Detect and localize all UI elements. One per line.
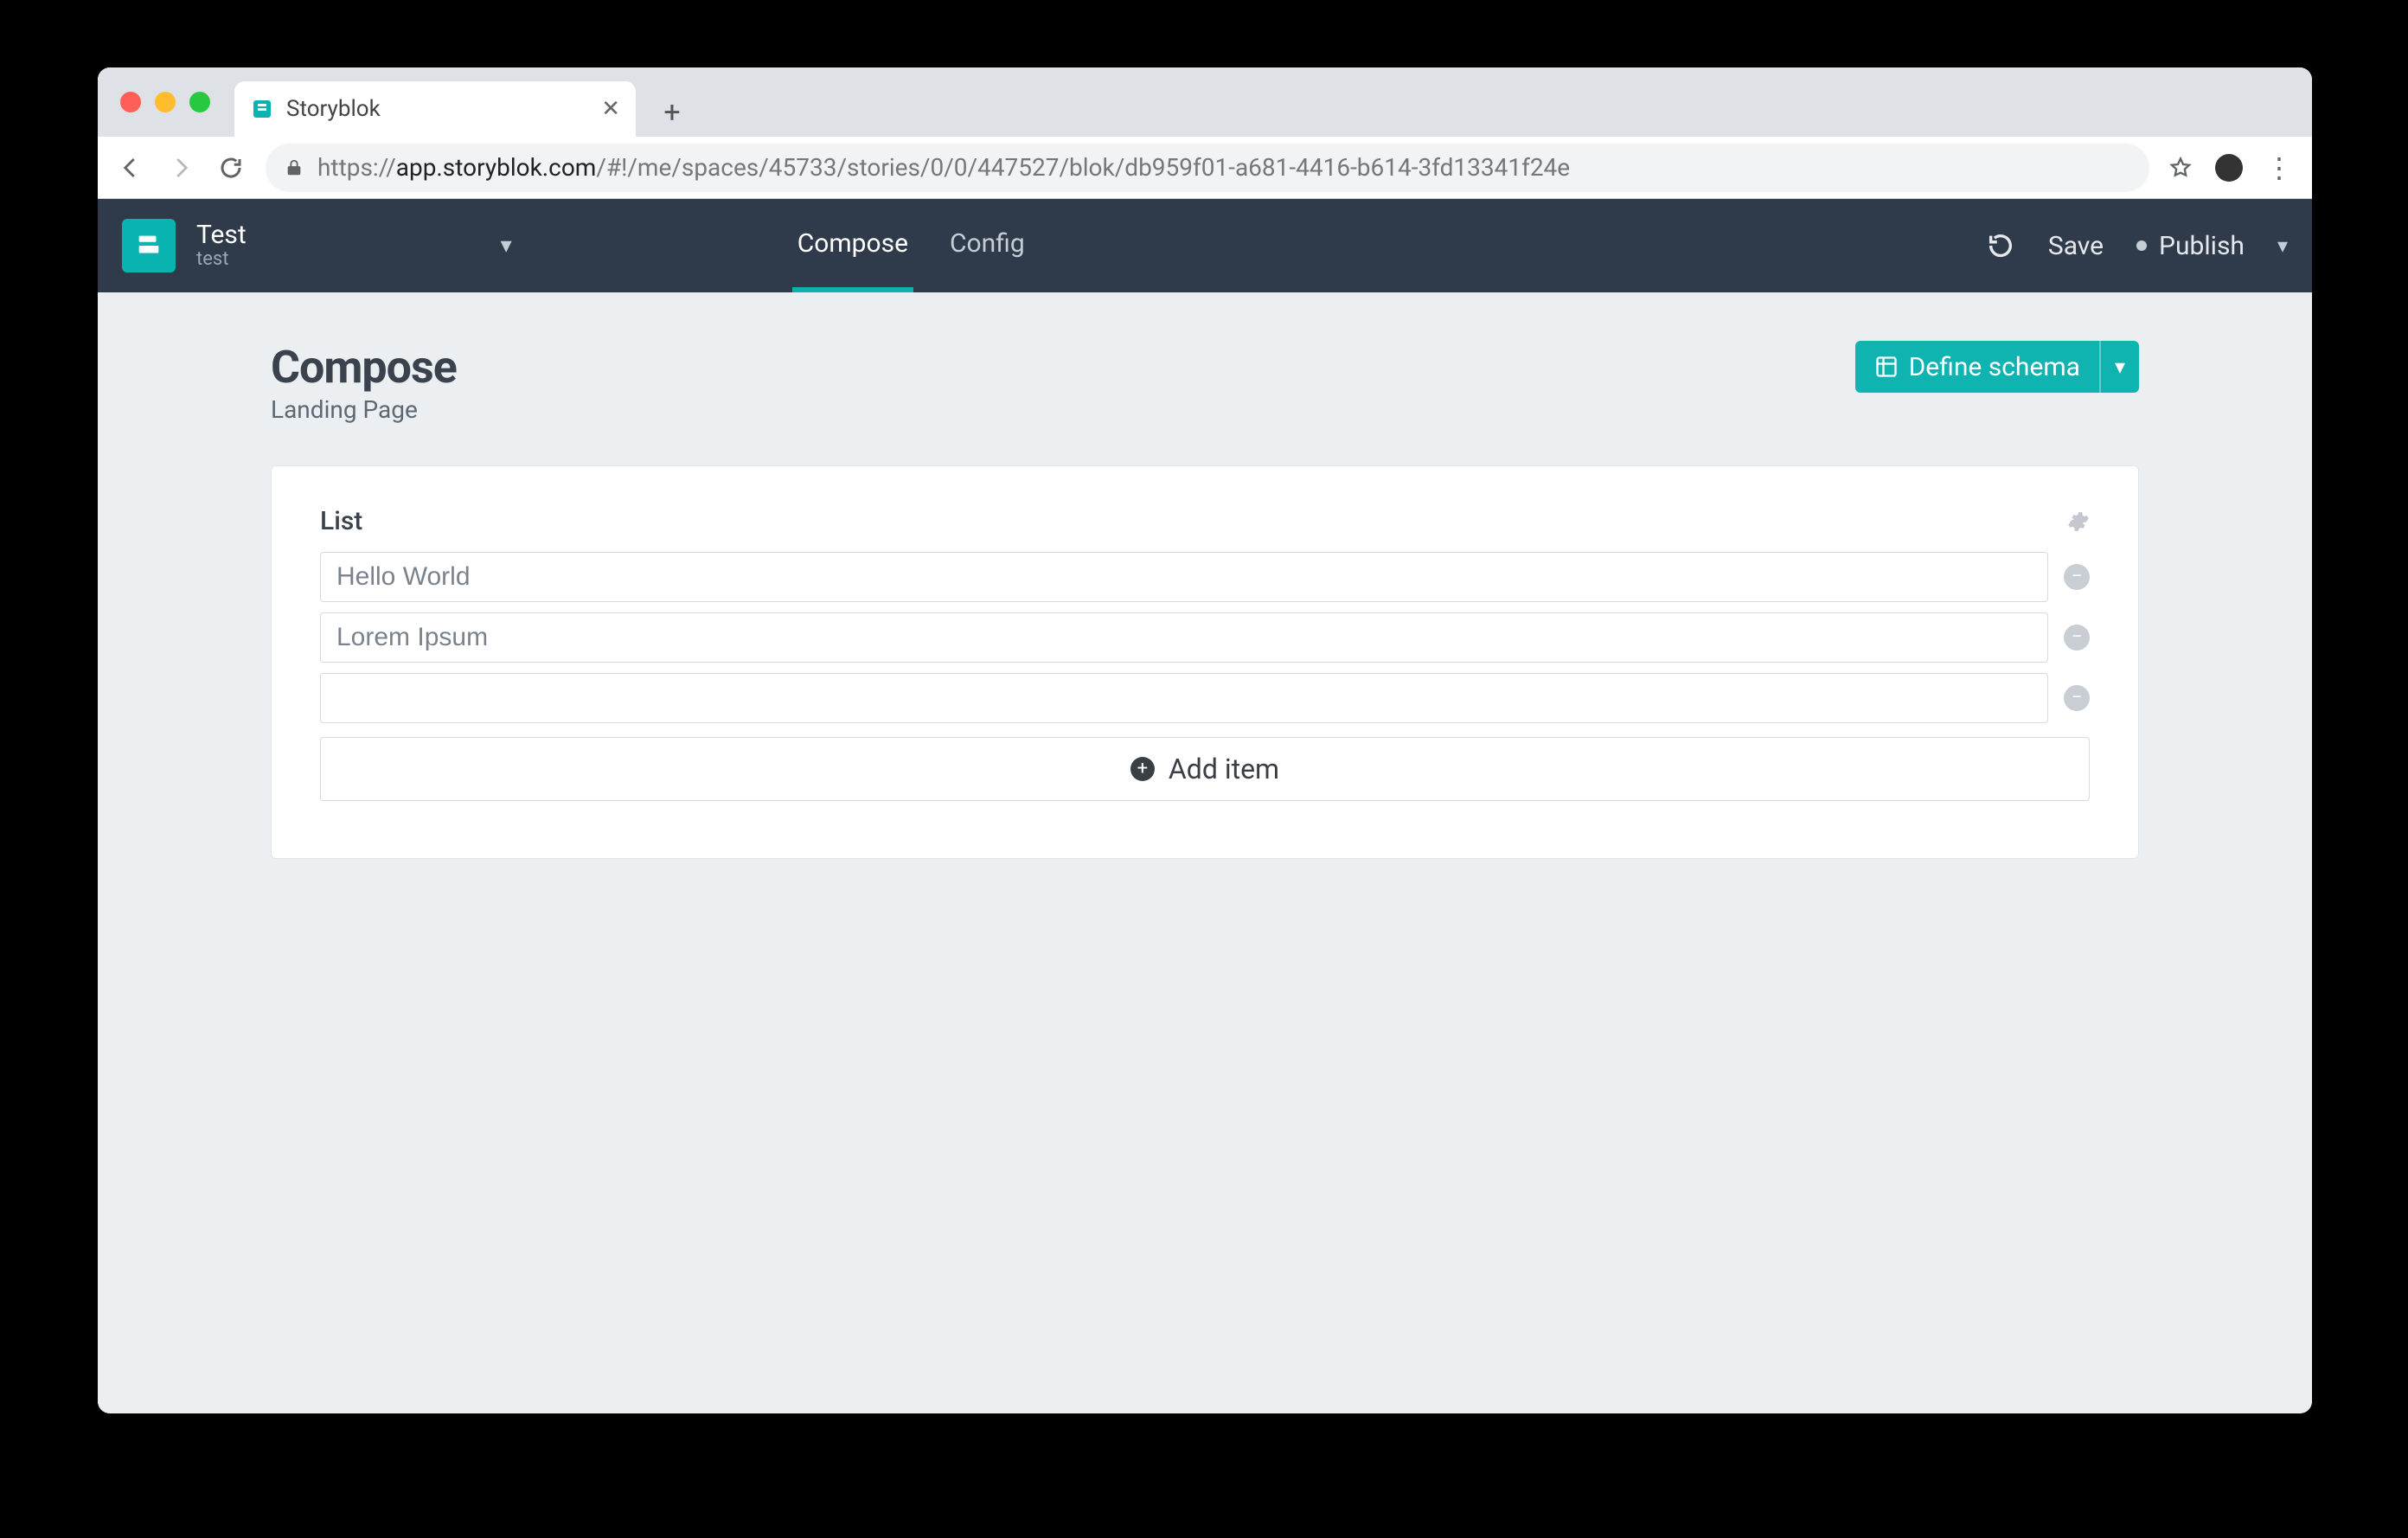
browser-tab[interactable]: Storyblok ✕: [234, 81, 636, 137]
tab-compose[interactable]: Compose: [792, 199, 913, 292]
page-heading: Compose Landing Page: [271, 341, 1829, 424]
address-url: https://app.storyblok.com/#!/me/spaces/4…: [317, 153, 1570, 182]
window-zoom-icon[interactable]: [189, 92, 210, 112]
app-logo-icon[interactable]: [122, 219, 176, 272]
define-schema-button[interactable]: Define schema ▾: [1855, 341, 2139, 393]
bookmark-star-icon[interactable]: [2168, 156, 2193, 180]
space-info[interactable]: Test test: [196, 221, 247, 270]
define-schema-dropdown-icon[interactable]: ▾: [2099, 341, 2139, 393]
browser-window: Storyblok ✕ + https://app.storyblok.com/…: [98, 67, 2312, 1413]
compose-card: List − − − + Add item: [271, 465, 2139, 859]
field-settings-icon[interactable]: [2067, 510, 2090, 533]
tab-close-icon[interactable]: ✕: [601, 96, 620, 122]
schema-icon: [1874, 355, 1899, 379]
list-item-input[interactable]: [320, 612, 2048, 663]
header-tabs: Compose Config: [792, 199, 1030, 292]
tab-config[interactable]: Config: [945, 199, 1030, 292]
publish-dropdown-icon[interactable]: ▾: [2277, 234, 2288, 258]
remove-item-icon[interactable]: −: [2064, 685, 2090, 711]
tab-config-label: Config: [950, 228, 1025, 259]
add-item-label: Add item: [1169, 753, 1279, 785]
space-title: Test: [196, 221, 247, 249]
lock-icon: [285, 158, 304, 177]
page-subtitle: Landing Page: [271, 395, 1829, 424]
window-minimize-icon[interactable]: [155, 92, 176, 112]
remove-item-icon[interactable]: −: [2064, 625, 2090, 650]
forward-icon[interactable]: [165, 152, 196, 183]
list-row: −: [320, 612, 2090, 663]
define-schema-label: Define schema: [1909, 352, 2080, 382]
workspace: Compose Landing Page Define schema ▾ Lis…: [98, 292, 2312, 1413]
publish-status-icon: [2136, 240, 2147, 251]
url-host: app.storyblok.com: [396, 153, 597, 182]
undo-icon[interactable]: [1986, 231, 2015, 260]
list-row: −: [320, 552, 2090, 602]
url-scheme: https://: [317, 153, 396, 182]
publish-button[interactable]: Publish: [2136, 231, 2245, 261]
app-header: Test test ▾ Compose Config Save Publish …: [98, 199, 2312, 292]
browser-tab-strip: Storyblok ✕ +: [98, 67, 2312, 137]
browser-menu-icon[interactable]: ⋮: [2265, 151, 2295, 184]
reload-icon[interactable]: [215, 152, 247, 183]
profile-avatar-icon[interactable]: [2215, 154, 2243, 182]
window-controls: [120, 92, 210, 112]
address-bar[interactable]: https://app.storyblok.com/#!/me/spaces/4…: [266, 144, 2149, 192]
toolbar-right: ⋮: [2168, 151, 2295, 184]
back-icon[interactable]: [115, 152, 146, 183]
remove-item-icon[interactable]: −: [2064, 564, 2090, 590]
tab-favicon-icon: [250, 97, 274, 121]
window-close-icon[interactable]: [120, 92, 141, 112]
save-button[interactable]: Save: [2048, 231, 2104, 261]
url-path: /#!/me/spaces/45733/stories/0/0/447527/b…: [596, 153, 1570, 182]
page-title: Compose: [271, 341, 1829, 394]
new-tab-button[interactable]: +: [648, 88, 696, 137]
browser-toolbar: https://app.storyblok.com/#!/me/spaces/4…: [98, 137, 2312, 199]
add-item-button[interactable]: + Add item: [320, 737, 2090, 801]
list-item-input[interactable]: [320, 552, 2048, 602]
plus-circle-icon: +: [1130, 757, 1155, 781]
list-items: − − −: [320, 552, 2090, 723]
tab-compose-label: Compose: [797, 228, 908, 259]
tab-title: Storyblok: [286, 96, 381, 122]
header-actions: Save Publish ▾: [1986, 231, 2288, 261]
space-slug: test: [196, 249, 247, 270]
space-dropdown-icon[interactable]: ▾: [501, 233, 512, 259]
publish-label: Publish: [2159, 231, 2245, 261]
list-item-input[interactable]: [320, 673, 2048, 723]
list-row: −: [320, 673, 2090, 723]
field-label: List: [320, 506, 362, 536]
